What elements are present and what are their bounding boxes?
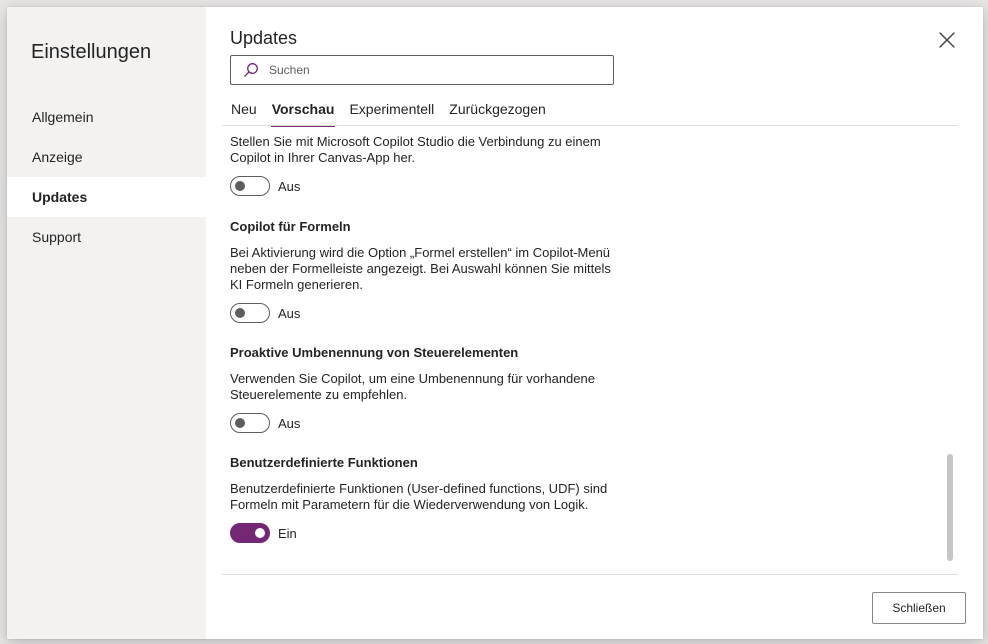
toggle-state-label: Aus (278, 305, 301, 321)
copilot-formeln-toggle[interactable] (230, 303, 270, 323)
toggle-state-label: Aus (278, 178, 301, 194)
sidebar-item-support[interactable]: Support (7, 217, 206, 257)
copilot-studio-toggle[interactable] (230, 176, 270, 196)
scrollbar-thumb[interactable] (947, 454, 953, 561)
setting-description: Bei Aktivierung wird die Option „Formel … (230, 245, 611, 292)
search-input[interactable] (267, 62, 591, 78)
setting-description: Stellen Sie mit Microsoft Copilot Studio… (230, 134, 601, 165)
setting-title: Copilot für Formeln (230, 219, 351, 234)
toggle-row: Aus (230, 302, 620, 324)
setting-copilot-studio: Stellen Sie mit Microsoft Copilot Studio… (230, 134, 620, 197)
settings-scrollbar[interactable] (947, 454, 953, 561)
setting-title: Proaktive Umbenennung von Steuerelemente… (230, 345, 519, 360)
close-icon (939, 32, 955, 48)
search-icon (244, 63, 258, 77)
tab-zurueckgezogen[interactable]: Zurückgezogen (448, 99, 547, 125)
toggle-knob (255, 528, 265, 538)
proaktive-umbenennung-toggle[interactable] (230, 413, 270, 433)
setting-proaktive-umbenennung: Proaktive Umbenennung von Steuerelemente… (230, 344, 620, 434)
search-box (230, 55, 614, 85)
toggle-knob (235, 418, 245, 428)
schliessen-button[interactable]: Schließen (872, 592, 966, 624)
sidebar-title: Einstellungen (31, 41, 152, 63)
setting-description: Verwenden Sie Copilot, um eine Umbenennu… (230, 371, 595, 402)
page-title: Updates (230, 28, 298, 48)
tab-neu[interactable]: Neu (230, 99, 258, 125)
footer-divider (222, 574, 958, 575)
sidebar-nav: Allgemein Anzeige Updates Support (7, 97, 206, 257)
toggle-row: Aus (230, 175, 620, 197)
sidebar-item-updates[interactable]: Updates (7, 177, 206, 217)
tab-experimentell[interactable]: Experimentell (348, 99, 435, 125)
setting-copilot-formeln: Copilot für Formeln Bei Aktivierung wird… (230, 218, 620, 324)
tab-vorschau[interactable]: Vorschau (270, 99, 336, 127)
settings-sidebar: Einstellungen Allgemein Anzeige Updates … (7, 7, 206, 639)
toggle-row: Aus (230, 412, 620, 434)
toggle-knob (235, 308, 245, 318)
setting-description: Benutzerdefinierte Funktionen (User-defi… (230, 481, 608, 512)
toggle-knob (235, 181, 245, 191)
toggle-state-label: Aus (278, 415, 301, 431)
close-button[interactable] (932, 25, 962, 55)
settings-main-panel: Updates Neu Vorschau Experimentell Zurüc… (206, 7, 983, 639)
sidebar-item-allgemein[interactable]: Allgemein (7, 97, 206, 137)
setting-title: Benutzerdefinierte Funktionen (230, 455, 418, 470)
updates-tabs: Neu Vorschau Experimentell Zurückgezogen (230, 99, 560, 127)
toggle-state-label: Ein (278, 525, 297, 541)
sidebar-item-anzeige[interactable]: Anzeige (7, 137, 206, 177)
toggle-row: Ein (230, 522, 620, 544)
settings-list: Stellen Sie mit Microsoft Copilot Studio… (222, 126, 958, 574)
setting-benutzerdefinierte-funktionen: Benutzerdefinierte Funktionen Benutzerde… (230, 454, 620, 544)
benutzerdefinierte-funktionen-toggle[interactable] (230, 523, 270, 543)
settings-dialog: Einstellungen Allgemein Anzeige Updates … (7, 7, 983, 639)
